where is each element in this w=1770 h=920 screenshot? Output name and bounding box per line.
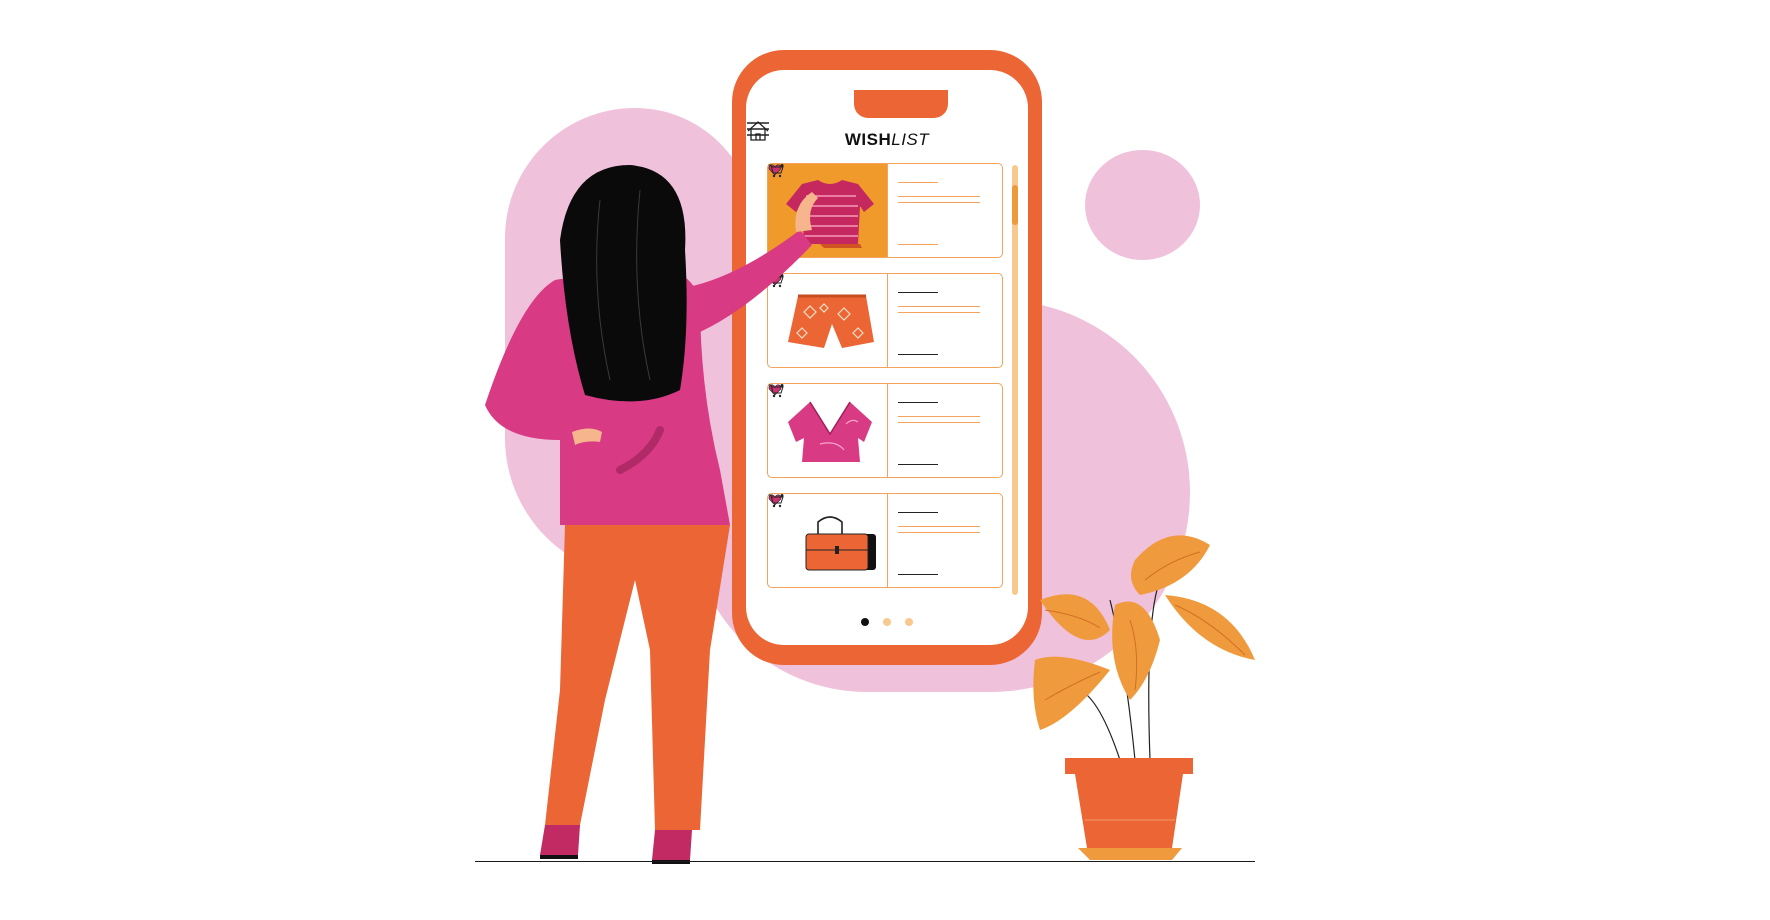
potted-plant-illustration xyxy=(1033,535,1255,860)
ground-line xyxy=(475,861,1255,862)
illustration-scene: WISHLIST xyxy=(0,0,1770,920)
